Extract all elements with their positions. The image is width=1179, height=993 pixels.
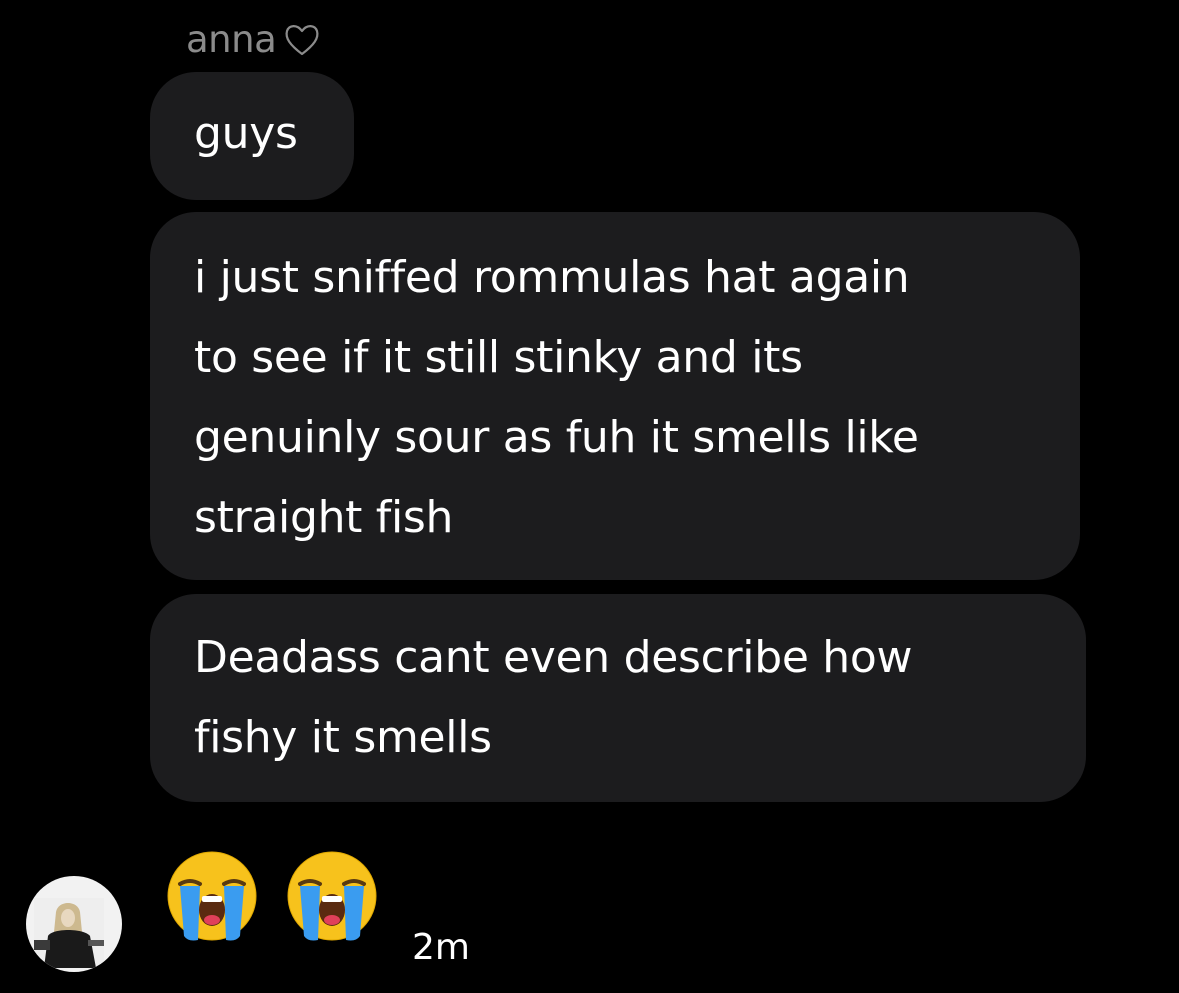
heart-icon[interactable] xyxy=(282,20,322,60)
message-bubble[interactable]: guys xyxy=(150,72,354,200)
message-text: genuinly sour as fuh it smells like xyxy=(194,412,919,463)
sender-header: anna xyxy=(186,18,322,62)
reaction-row xyxy=(164,848,380,944)
message-text: Deadass cant even describe how xyxy=(194,632,913,683)
message-text: i just sniffed rommulas hat again xyxy=(194,252,910,303)
message-text: guys xyxy=(194,108,298,159)
sender-name[interactable]: anna xyxy=(186,18,277,62)
message-text: to see if it still stinky and its xyxy=(194,332,803,383)
avatar[interactable] xyxy=(26,876,122,972)
message-timestamp: 2m xyxy=(412,927,470,968)
loudly-crying-face-icon[interactable] xyxy=(284,848,380,944)
message-bubble[interactable]: Deadass cant even describe how fishy it … xyxy=(150,594,1086,802)
message-bubble[interactable]: i just sniffed rommulas hat again to see… xyxy=(150,212,1080,580)
avatar-photo xyxy=(34,898,104,968)
message-text: fishy it smells xyxy=(194,712,492,763)
message-text: straight fish xyxy=(194,492,454,543)
loudly-crying-face-icon[interactable] xyxy=(164,848,260,944)
